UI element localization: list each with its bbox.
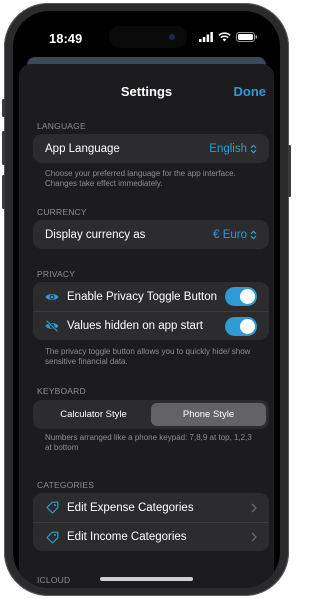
language-picker[interactable]: English: [209, 143, 257, 155]
settings-sheet: Settings Done LANGUAGE App Language Engl…: [19, 64, 274, 588]
currency-value: € Euro: [213, 228, 247, 241]
home-indicator[interactable]: [100, 577, 193, 581]
section-label-currency: CURRENCY: [37, 207, 87, 217]
segment-phone-style[interactable]: Phone Style: [151, 403, 266, 426]
edit-expense-categories-label: Edit Expense Categories: [67, 501, 194, 514]
power-button: [288, 145, 291, 197]
privacy-footnote: The privacy toggle button allows you to …: [45, 347, 251, 366]
section-label-categories: CATEGORIES: [37, 480, 95, 490]
values-hidden-row[interactable]: Values hidden on app start: [33, 311, 269, 340]
app-language-label: App Language: [45, 142, 120, 155]
battery-icon: [236, 32, 257, 42]
dynamic-island: [109, 26, 187, 48]
action-button: [2, 99, 5, 117]
phone-frame: 18:49 Settings Done LANGUAGE App Languag…: [2, 3, 291, 596]
currency-picker[interactable]: € Euro: [213, 229, 257, 241]
keyboard-style-segmented-control: Calculator Style Phone Style: [33, 400, 269, 429]
privacy-toggle-switch[interactable]: [225, 287, 257, 306]
status-time: 18:49: [49, 31, 83, 46]
section-label-icloud: ICLOUD: [37, 575, 71, 585]
currency-card: Display currency as € Euro: [33, 220, 269, 249]
privacy-toggle-label: Enable Privacy Toggle Button: [67, 290, 218, 303]
chevron-up-down-icon: [250, 229, 257, 240]
chevron-right-icon: [251, 503, 257, 512]
eye-slash-icon: [45, 319, 59, 333]
values-hidden-switch[interactable]: [225, 316, 257, 336]
chevron-up-down-icon: [250, 143, 257, 154]
language-card: App Language English: [33, 134, 269, 163]
keyboard-footnote: Numbers arranged like a phone keypad: 7,…: [45, 433, 252, 452]
done-button[interactable]: Done: [234, 84, 267, 99]
categories-card: Edit Expense Categories Edit Income Cate…: [33, 493, 269, 551]
chevron-right-icon: [251, 532, 257, 542]
volume-down-button: [2, 175, 5, 209]
edit-expense-categories-row[interactable]: Edit Expense Categories: [33, 493, 269, 522]
status-bar: 18:49: [13, 11, 280, 55]
privacy-card: Enable Privacy Toggle Button Values hidd…: [33, 282, 269, 340]
segment-calculator-style[interactable]: Calculator Style: [36, 403, 151, 426]
screen: 18:49 Settings Done LANGUAGE App Languag…: [13, 11, 280, 588]
display-currency-label: Display currency as: [45, 228, 146, 241]
section-label-privacy: PRIVACY: [37, 269, 76, 279]
section-label-keyboard: KEYBOARD: [37, 386, 86, 396]
display-currency-row[interactable]: Display currency as € Euro: [33, 220, 269, 249]
language-footnote: Choose your preferred language for the a…: [45, 169, 236, 188]
tag-icon: [45, 501, 59, 515]
values-hidden-label: Values hidden on app start: [67, 320, 203, 332]
edit-income-categories-label: Edit Income Categories: [67, 531, 187, 543]
eye-icon: [45, 290, 59, 304]
signal-icon: [199, 32, 213, 42]
privacy-toggle-row[interactable]: Enable Privacy Toggle Button: [33, 282, 269, 311]
app-language-row[interactable]: App Language English: [33, 134, 269, 163]
volume-up-button: [2, 131, 5, 165]
section-label-language: LANGUAGE: [37, 121, 86, 131]
language-value: English: [209, 142, 247, 155]
tag-icon: [45, 530, 59, 544]
status-icons: [199, 32, 258, 42]
edit-income-categories-row[interactable]: Edit Income Categories: [33, 522, 269, 551]
wifi-icon: [218, 32, 231, 42]
